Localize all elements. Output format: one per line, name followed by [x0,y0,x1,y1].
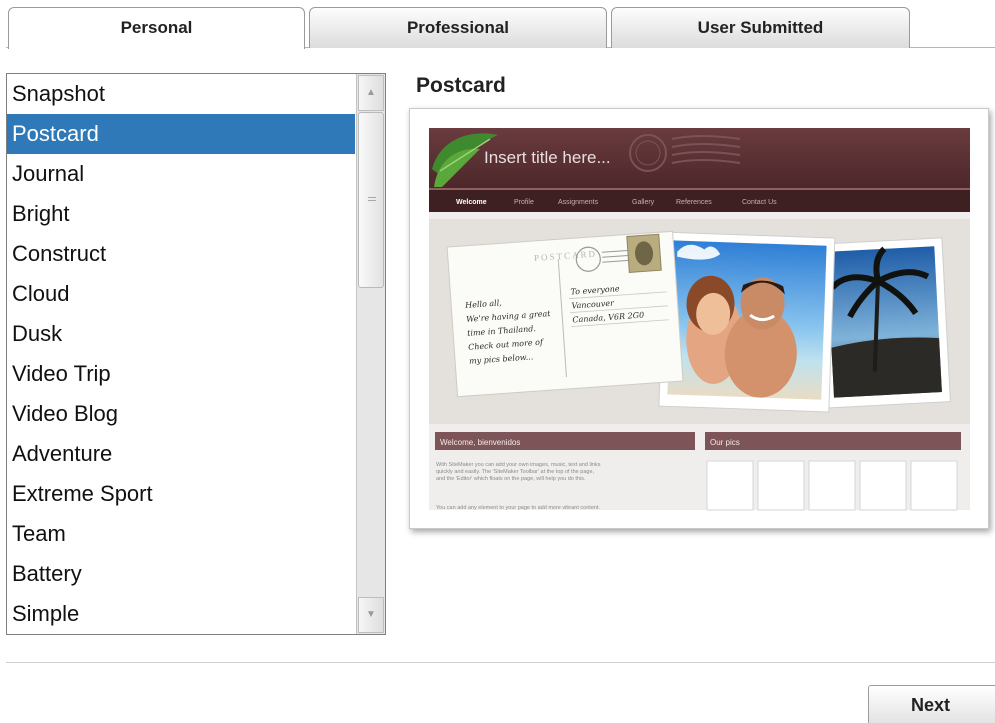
template-preview: Insert title here... Welcome Profile Ass… [409,108,989,529]
tab-user-submitted[interactable]: User Submitted [611,7,910,48]
list-item[interactable]: Bright [7,194,355,234]
list-item[interactable]: Dusk [7,314,355,354]
svg-text:quickly and easily. The 'SiteM: quickly and easily. The 'SiteMaker Toolb… [436,469,595,475]
svg-text:You can add any element to you: You can add any element to your page to … [436,505,600,511]
tab-personal[interactable]: Personal [8,7,305,49]
pics-heading: Our pics [710,438,740,447]
pics-thumbnails [706,460,958,511]
nav-item-profile: Profile [514,199,534,206]
list-item[interactable]: Extreme Sport [7,474,355,514]
list-item[interactable]: Journal [7,154,355,194]
welcome-heading: Welcome, bienvenidos [440,438,520,447]
template-category-tabs: Personal Professional User Submitted [0,0,995,49]
preview-title: Postcard [416,74,506,97]
nav-item-assignments: Assignments [558,199,599,206]
nav-item-contact-us: Contact Us [742,199,777,206]
nav-item-welcome: Welcome [456,199,487,206]
list-item[interactable]: Battery [7,554,355,594]
list-item[interactable]: Video Trip [7,354,355,394]
couple-photo [658,231,836,413]
list-item[interactable]: Cloud [7,274,355,314]
list-item[interactable]: Postcard [7,114,355,154]
postcard-card: POSTCARD Hello all, We're having a great… [446,230,684,398]
grip-line [368,197,376,198]
site-title-placeholder: Insert title here... [484,148,611,167]
template-listbox[interactable]: Snapshot Postcard Journal Bright Construct Cl… [6,73,386,635]
grip-line [368,200,376,201]
list-item[interactable]: Adventure [7,434,355,474]
list-item[interactable]: Team [7,514,355,554]
pics-section-bar [705,432,961,450]
scrollbar-thumb[interactable] [358,112,384,288]
tab-professional[interactable]: Professional [309,7,607,48]
scroll-up-arrow-icon[interactable]: ▲ [358,75,384,111]
list-item[interactable]: Simple [7,594,355,634]
list-item[interactable]: Video Blog [7,394,355,434]
svg-text:and the 'Editor' which floats: and the 'Editor' which floats on the pag… [436,476,586,482]
list-item[interactable]: Snapshot [7,74,355,114]
scroll-down-arrow-icon[interactable]: ▼ [358,597,384,633]
template-list: Snapshot Postcard Journal Bright Construct Cl… [7,74,355,634]
nav-item-gallery: Gallery [632,199,655,206]
footer-divider [6,662,995,663]
list-item[interactable]: Construct [7,234,355,274]
beach-photo [817,237,951,409]
nav-item-references: References [676,199,712,206]
stamp-icon [626,233,662,273]
next-button[interactable]: Next [868,685,995,723]
svg-text:With SiteMaker you can add you: With SiteMaker you can add your own imag… [436,462,601,468]
vertical-scrollbar[interactable]: ▲ ▼ [356,74,385,634]
